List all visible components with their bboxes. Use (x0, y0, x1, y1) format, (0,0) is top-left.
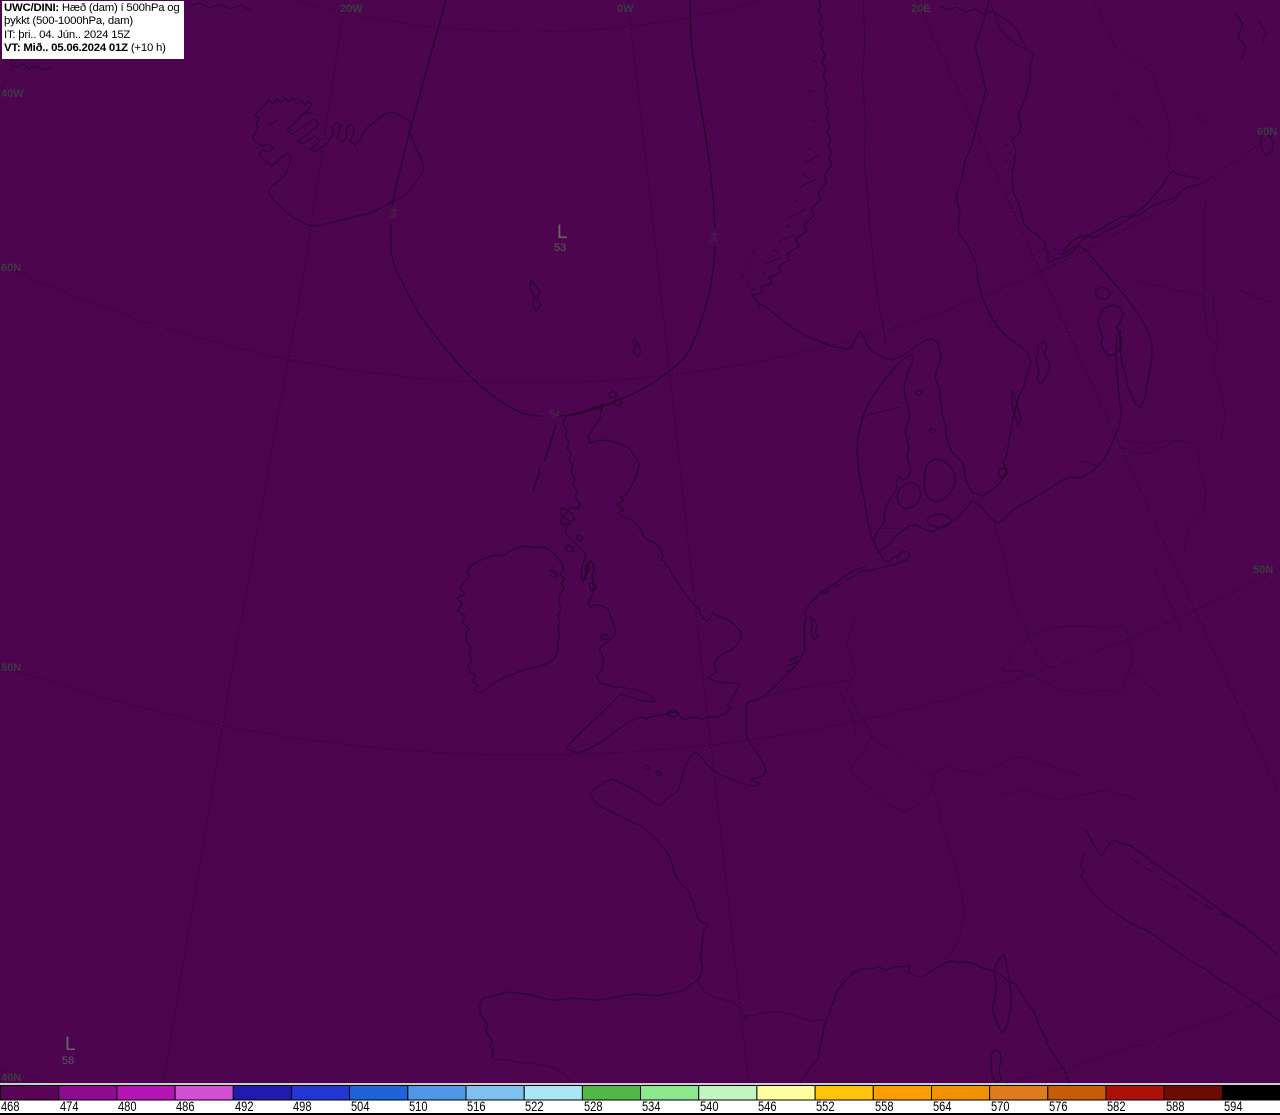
svg-text:558: 558 (875, 1098, 894, 1114)
svg-text:510: 510 (409, 1098, 428, 1114)
svg-text:528: 528 (584, 1098, 603, 1114)
svg-text:54: 54 (388, 207, 400, 219)
svg-text:486: 486 (176, 1098, 195, 1114)
svg-text:534: 534 (642, 1098, 661, 1114)
svg-text:540: 540 (700, 1098, 719, 1114)
svg-text:504: 504 (351, 1098, 370, 1114)
svg-text:582: 582 (1107, 1098, 1126, 1114)
svg-text:498: 498 (293, 1098, 312, 1114)
svg-text:58: 58 (62, 1055, 74, 1067)
svg-text:570: 570 (991, 1098, 1010, 1114)
svg-text:474: 474 (60, 1098, 79, 1114)
svg-text:60N: 60N (1, 262, 21, 274)
svg-text:0W: 0W (617, 3, 634, 15)
svg-text:40N: 40N (1, 1072, 21, 1084)
svg-text:40W: 40W (1, 88, 24, 100)
svg-text:546: 546 (758, 1098, 777, 1114)
svg-text:492: 492 (235, 1098, 254, 1114)
svg-text:552: 552 (816, 1098, 835, 1114)
svg-text:54: 54 (550, 409, 560, 419)
svg-text:516: 516 (467, 1098, 486, 1114)
svg-text:53: 53 (554, 242, 566, 254)
svg-text:50N: 50N (1253, 564, 1273, 576)
svg-text:480: 480 (118, 1098, 137, 1114)
svg-text:L: L (65, 1034, 76, 1055)
svg-text:20E: 20E (911, 3, 931, 15)
svg-text:564: 564 (933, 1098, 952, 1114)
svg-text:588: 588 (1166, 1098, 1185, 1114)
svg-text:20W: 20W (340, 3, 363, 15)
svg-text:594: 594 (1224, 1098, 1243, 1114)
svg-text:522: 522 (525, 1098, 544, 1114)
svg-text:54: 54 (709, 232, 720, 243)
svg-text:60N: 60N (1257, 126, 1277, 138)
svg-text:50N: 50N (1, 662, 21, 674)
svg-text:576: 576 (1049, 1098, 1068, 1114)
svg-text:L: L (557, 222, 568, 243)
svg-text:468: 468 (1, 1098, 20, 1114)
